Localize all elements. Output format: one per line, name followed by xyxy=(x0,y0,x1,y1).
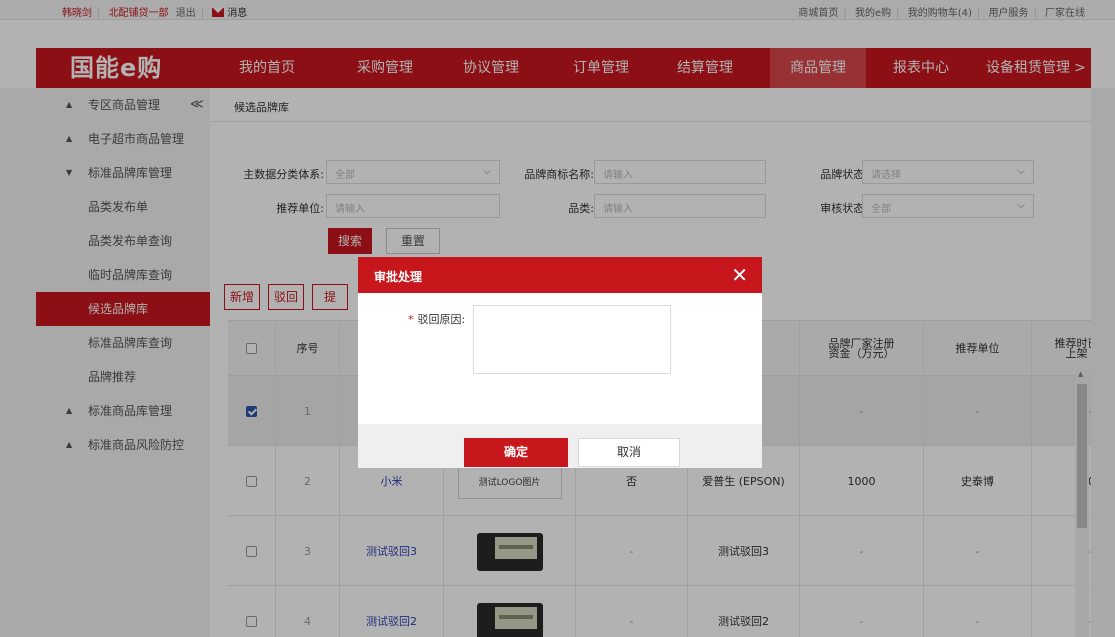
dialog-header: 审批处理 ✕ xyxy=(358,257,762,293)
reject-reason-textarea[interactable] xyxy=(473,305,671,374)
confirm-button[interactable]: 确定 xyxy=(464,438,568,467)
approval-dialog: 审批处理 ✕ * 驳回原因: 确定 取消 xyxy=(358,257,762,468)
cancel-button[interactable]: 取消 xyxy=(578,438,680,467)
required-mark: * xyxy=(408,313,414,326)
dialog-title: 审批处理 xyxy=(374,270,423,284)
close-icon[interactable]: ✕ xyxy=(731,263,748,287)
reject-reason-label: * 驳回原因: xyxy=(408,313,466,326)
